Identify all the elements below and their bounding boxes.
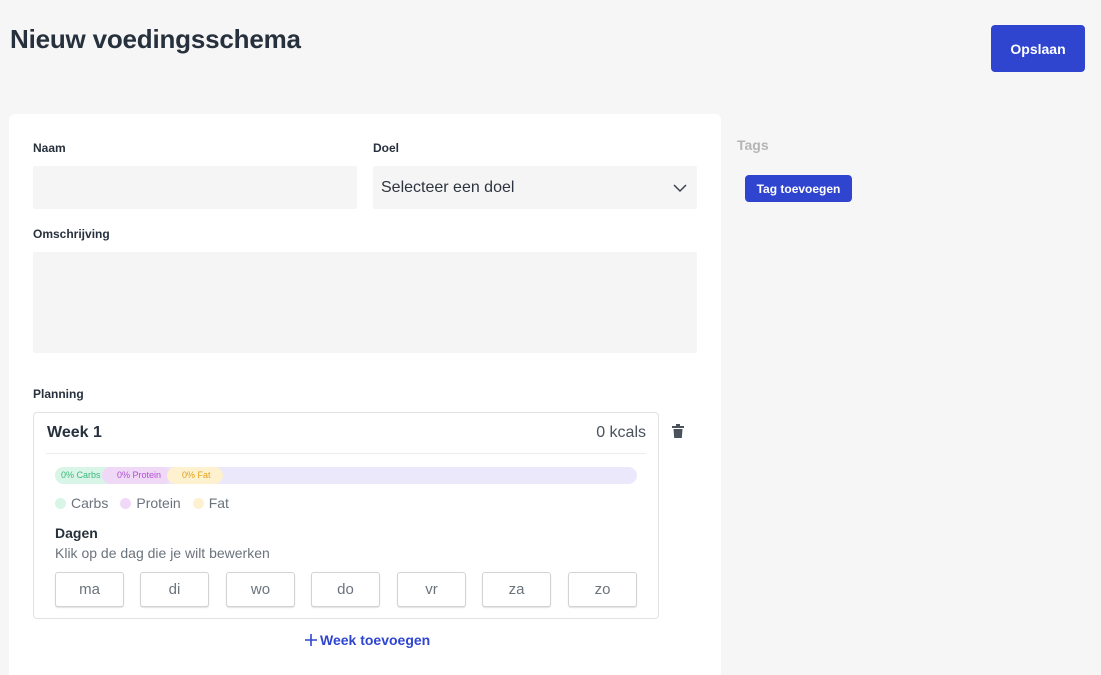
day-button-ma[interactable]: ma [55, 572, 124, 607]
save-button[interactable]: Opslaan [991, 25, 1085, 72]
fat-pill: 0% Fat [167, 467, 223, 484]
week-title: Week 1 [47, 424, 102, 441]
goal-label: Doel [373, 141, 400, 155]
name-input[interactable] [33, 166, 357, 209]
legend-protein: Protein [120, 495, 181, 511]
legend-protein-label: Protein [136, 495, 181, 511]
legend-fat: Fat [192, 495, 229, 511]
macro-legend: Carbs Protein Fat [55, 495, 229, 511]
day-button-za[interactable]: za [482, 572, 551, 607]
day-button-do[interactable]: do [311, 572, 380, 607]
day-button-zo[interactable]: zo [568, 572, 637, 607]
add-week-button[interactable]: Week toevoegen [305, 632, 430, 648]
fat-dot-icon [192, 497, 204, 509]
planning-label: Planning [33, 387, 84, 401]
legend-carbs-label: Carbs [71, 495, 109, 511]
plus-icon [305, 634, 317, 646]
week-kcal-total: 0 kcals [596, 424, 646, 441]
week-card: Week 1 0 kcals 0% Carbs 0% Protein 0% Fa… [33, 412, 659, 619]
week-divider [46, 453, 646, 454]
page-title: Nieuw voedingsschema [10, 24, 301, 54]
schema-form-card: Naam Doel Selecteer een doel Omschrijvin… [9, 114, 721, 675]
macro-distribution-bar: 0% Carbs 0% Protein 0% Fat [55, 467, 637, 484]
goal-select[interactable]: Selecteer een doel [373, 166, 697, 209]
days-title: Dagen [55, 525, 98, 541]
goal-selected-value: Selecteer een doel [381, 178, 515, 196]
protein-pill-label: 0% Protein [117, 470, 162, 480]
tags-label: Tags [737, 137, 769, 153]
legend-carbs: Carbs [55, 495, 108, 511]
description-textarea[interactable] [33, 252, 697, 353]
day-button-wo[interactable]: wo [226, 572, 295, 607]
legend-fat-label: Fat [208, 495, 229, 511]
trash-icon[interactable] [671, 424, 685, 439]
add-tag-button[interactable]: Tag toevoegen [745, 175, 852, 202]
name-label: Naam [33, 141, 66, 155]
description-label: Omschrijving [33, 227, 110, 241]
add-week-label: Week toevoegen [320, 632, 431, 648]
day-button-di[interactable]: di [140, 572, 209, 607]
carbs-dot-icon [55, 497, 66, 509]
protein-dot-icon [120, 497, 132, 509]
days-hint: Klik op de dag die je wilt bewerken [55, 545, 270, 561]
day-button-vr[interactable]: vr [397, 572, 466, 607]
chevron-down-icon [673, 184, 687, 193]
protein-pill: 0% Protein [102, 467, 172, 484]
